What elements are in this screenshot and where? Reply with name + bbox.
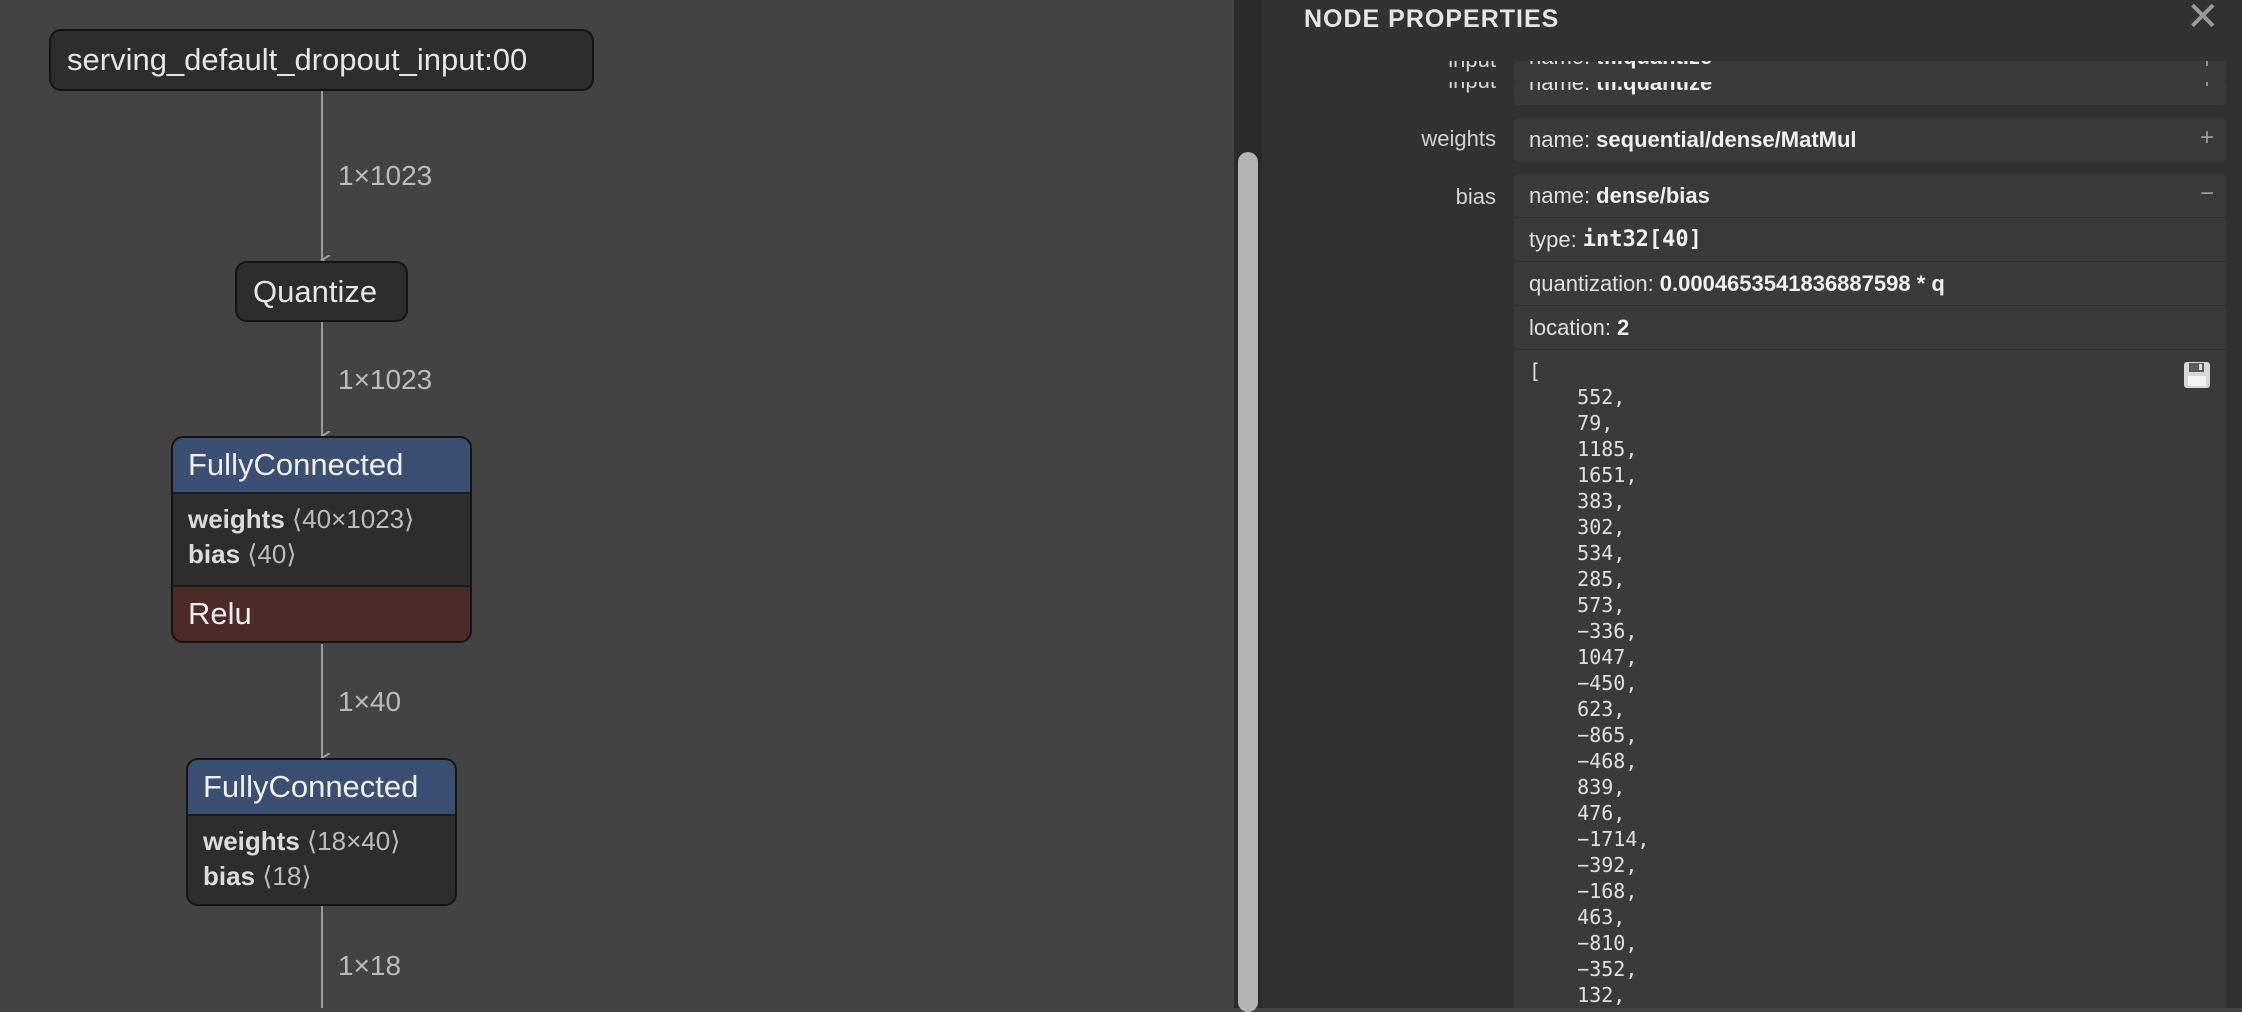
bias-location-row: location: 2 (1514, 306, 2226, 350)
save-icon[interactable] (2182, 360, 2212, 390)
bias-tensor-values: [ 552, 79, 1185, 1651, 383, 302, 534, 28… (1529, 359, 1650, 1007)
sidebar-scrollbar-thumb[interactable] (1238, 152, 1258, 1012)
weights-expand-button[interactable]: + (2200, 124, 2214, 152)
weights-label: weights (1421, 126, 1496, 151)
bias-quantization-prefix: quantization: (1529, 270, 1654, 296)
close-icon[interactable]: ✕ (2186, 0, 2220, 40)
input-expand-button[interactable]: + (2200, 61, 2214, 75)
fc2-attributes: weights ⟨18×40⟩ bias ⟨18⟩ (188, 816, 455, 902)
fc2-header: FullyConnected (188, 760, 455, 816)
sidebar-title-front: NODE PROPERTIES (1304, 5, 1560, 33)
weights-name-prefix: name: (1529, 127, 1591, 152)
fc1-bias-shape: ⟨40⟩ (247, 539, 297, 569)
bias-name-row[interactable]: name: dense/bias − (1514, 174, 2226, 218)
input-label: input (1262, 61, 1496, 73)
fc2-weights-label: weights (203, 826, 300, 856)
bias-type-value: int32[40] (1582, 227, 1702, 252)
fc1-weights-label: weights (188, 504, 285, 534)
graph-canvas[interactable]: serving_default_dropout_input:00 1×1023 … (0, 0, 1232, 1008)
bias-location-prefix: location: (1529, 314, 1611, 340)
edge-label: 1×1023 (338, 364, 433, 395)
quantize-node-label: Quantize (253, 273, 378, 309)
bias-name-value: dense/bias (1596, 182, 1710, 208)
fc1-attributes: weights ⟨40×1023⟩ bias ⟨40⟩ (173, 494, 470, 580)
fc2-weights-shape: ⟨18×40⟩ (307, 826, 401, 856)
bias-quantization-row: quantization: 0.0004653541836887598 * q (1514, 262, 2226, 306)
quantize-node[interactable]: Quantize (235, 261, 408, 322)
input-node[interactable]: serving_default_dropout_input:00 (49, 29, 594, 91)
fc1-bias-label: bias (188, 539, 241, 569)
edge-label: 1×1023 (338, 160, 433, 191)
bias-location-value: 2 (1616, 314, 1630, 340)
fc2-bias-shape: ⟨18⟩ (262, 861, 312, 891)
fully-connected-node-1[interactable]: FullyConnected weights ⟨40×1023⟩ bias ⟨4… (171, 436, 472, 643)
weights-property[interactable]: name: sequential/dense/MatMul + (1514, 118, 2226, 162)
bias-type-prefix: type: (1529, 226, 1577, 252)
fc1-header: FullyConnected (173, 438, 470, 494)
input-name-value: tfl.quantize (1596, 61, 1712, 70)
input-property-visible-slice[interactable]: name: tfl.quantize + (1514, 61, 2226, 82)
input-label-slice: input (1262, 61, 1496, 82)
bias-label: bias (1455, 184, 1496, 209)
fully-connected-node-2[interactable]: FullyConnected weights ⟨18×40⟩ bias ⟨18⟩ (186, 758, 457, 906)
bias-property: name: dense/bias − type: int32[40] quantiz… (1514, 174, 2226, 1008)
edge-label: 1×18 (338, 950, 402, 981)
fc1-weights-shape: ⟨40×1023⟩ (292, 504, 415, 534)
fc2-bias-label: bias (203, 861, 256, 891)
fc1-activation: Relu (173, 585, 470, 641)
bias-quantization-value: 0.0004653541836887598 * q (1659, 270, 1945, 296)
bias-name-prefix: name: (1529, 182, 1591, 208)
edge-label: 1×40 (338, 686, 402, 717)
input-name-prefix: name: (1529, 61, 1590, 70)
bias-type-row: type: int32[40] (1514, 218, 2226, 262)
bias-collapse-button[interactable]: − (2200, 180, 2214, 208)
node-properties-sidebar: NODE PROPERTIES ✕ input name: tfl.quantiz… (1262, 0, 2242, 1008)
weights-name-value: sequential/dense/MatMul (1596, 127, 1857, 152)
input-node-label: serving_default_dropout_input:00 (67, 42, 528, 77)
